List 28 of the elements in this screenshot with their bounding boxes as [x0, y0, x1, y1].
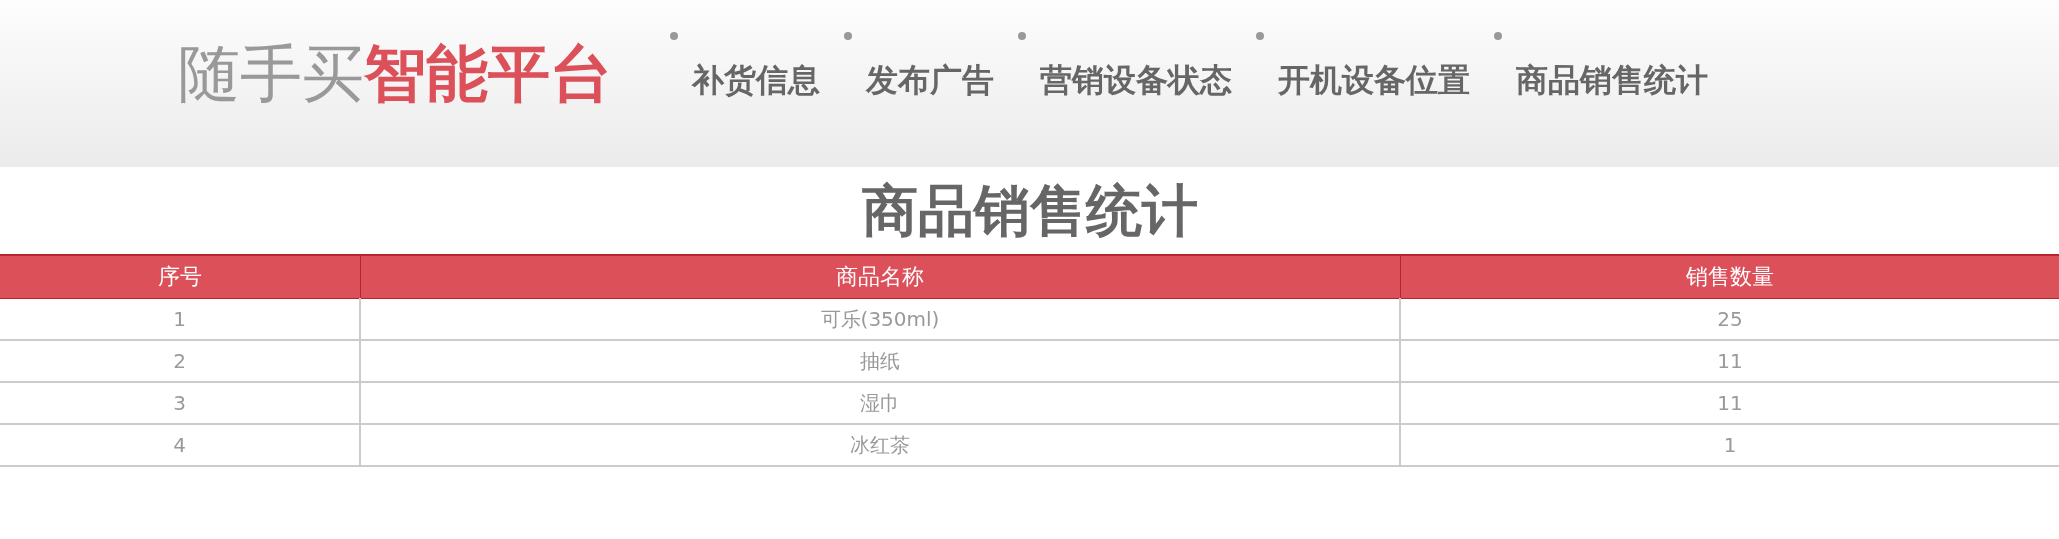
- logo-text: 随手买: [178, 37, 364, 110]
- table-cell: 冰红茶: [360, 424, 1400, 466]
- table-cell: 抽纸: [360, 340, 1400, 382]
- bullet-dot: [1018, 32, 1026, 40]
- table-cell: 4: [0, 424, 360, 466]
- logo-text-bold: 智能平台: [364, 37, 612, 110]
- table-cell: 3: [0, 382, 360, 424]
- table-cell: 1: [1400, 424, 2059, 466]
- table-cell: 2: [0, 340, 360, 382]
- table-cell: 11: [1400, 382, 2059, 424]
- nav-link[interactable]: 开机设备位置: [1278, 58, 1470, 102]
- column-header: 销售数量: [1400, 255, 2059, 299]
- nav-link[interactable]: 发布广告: [866, 58, 994, 102]
- table-cell: 湿巾: [360, 382, 1400, 424]
- bullet-dot: [844, 32, 852, 40]
- nav-link[interactable]: 补货信息: [692, 58, 820, 102]
- column-header: 商品名称: [360, 255, 1400, 299]
- bullet-dot: [1494, 32, 1502, 40]
- column-header: 序号: [0, 255, 360, 299]
- bullet-dot: [1256, 32, 1264, 40]
- table-cell: 1: [0, 298, 360, 340]
- table-cell: 11: [1400, 340, 2059, 382]
- table-cell: 可乐(350ml): [360, 298, 1400, 340]
- nav-link[interactable]: 商品销售统计: [1516, 58, 1708, 102]
- nav-link[interactable]: 营销设备状态: [1040, 58, 1232, 102]
- bullet-dot: [670, 32, 678, 40]
- page-title: 商品销售统计: [860, 177, 1199, 245]
- table-cell: 25: [1400, 298, 2059, 340]
